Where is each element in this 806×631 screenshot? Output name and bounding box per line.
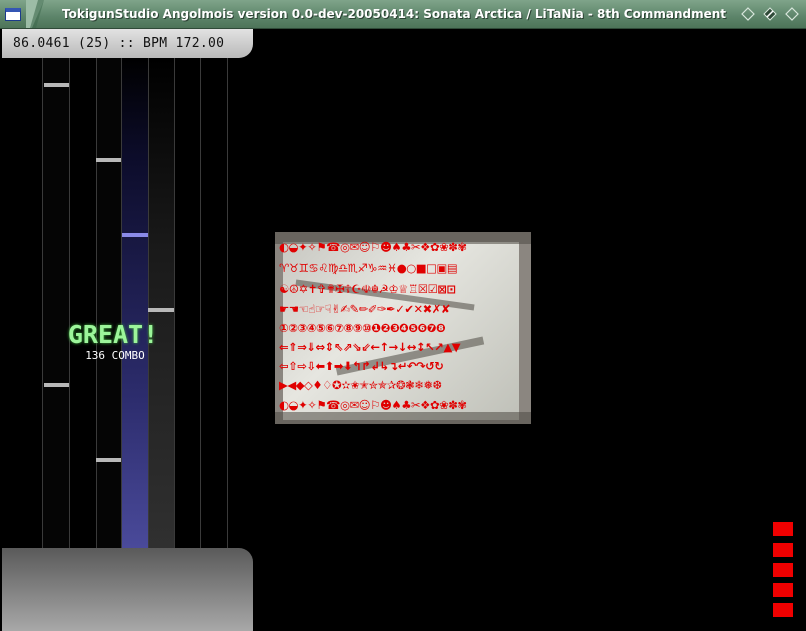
life-gauge-block <box>773 603 793 617</box>
pin-icon <box>763 7 777 21</box>
life-gauge-block <box>773 522 793 536</box>
bga-symbol-row: ◐◒✦✧⚑☎◎✉☺⚐☻♠♣✂❖✿❀✽✾ <box>279 398 467 412</box>
lane-5 <box>148 58 174 548</box>
note <box>96 458 121 462</box>
window-title: TokigunStudio Angolmois version 0.0-dev-… <box>62 7 727 21</box>
lane-divider <box>148 58 149 548</box>
lane-divider <box>69 58 70 548</box>
lane-3 <box>96 58 121 548</box>
life-gauge-block <box>773 563 793 577</box>
title-bar: TokigunStudio Angolmois version 0.0-dev-… <box>0 0 806 29</box>
playfield <box>2 58 228 548</box>
note <box>122 233 148 237</box>
lane-1 <box>42 58 69 548</box>
window-icon[interactable] <box>5 8 21 21</box>
bottom-panel <box>2 548 253 631</box>
bga-symbol-row: ▶◀◆◇♦♢✪✫✬✭✮✯✰❂❃❄❅❆ <box>279 378 442 392</box>
life-gauge-block <box>773 543 793 557</box>
bga-symbol-row: ♈♉♊♋♌♍♎♏♐♑♒♓●○■□▣▤ <box>279 261 458 275</box>
note <box>96 158 121 162</box>
lane-divider <box>200 58 201 548</box>
bga-symbol-row: ⇐⇑⇒⇓⇔⇕⇖⇗⇘⇙←↑→↓↔↕↖↗▲▼ <box>279 340 461 354</box>
lane-divider <box>96 58 97 548</box>
close-button[interactable] <box>782 4 802 24</box>
window-controls <box>738 4 802 24</box>
lane-divider <box>227 58 228 548</box>
bga-symbol-row: ☛☚☜☝☞☟✌✍✎✏✐✑✒✓✔✕✖✗✘ <box>279 302 451 316</box>
judgement-text: GREAT! <box>67 320 159 349</box>
lane-active <box>121 58 148 548</box>
minimize-button[interactable] <box>738 4 758 24</box>
lane-divider <box>121 58 122 548</box>
bga-symbol-row: ☯☮✡✝✞✟✠☦☪☫☬☭♔♕♖☒☑⊠⊡ <box>279 282 456 296</box>
lane-6 <box>174 58 200 548</box>
hud-status: 86.0461 (25) :: BPM 172.00 <box>13 36 225 51</box>
lane-7 <box>200 58 228 548</box>
hud-panel: 86.0461 (25) :: BPM 172.00 <box>2 29 253 58</box>
diamond-icon <box>741 7 755 21</box>
life-gauge-block <box>773 583 793 597</box>
maximize-button[interactable] <box>760 4 780 24</box>
bga-symbol-row: ①②③④⑤⑥⑦⑧⑨⑩❶❷❸❹❺❻❼❽ <box>279 321 446 335</box>
lane-divider <box>42 58 43 548</box>
title-tab-decoration <box>26 0 44 28</box>
bga-image: ◐◒✦✧⚑☎◎✉☺⚐☻♠♣✂❖✿❀✽✾ ♈♉♊♋♌♍♎♏♐♑♒♓●○■□▣▤ ☯… <box>275 232 531 424</box>
note <box>148 308 174 312</box>
close-diamond-icon <box>785 7 799 21</box>
combo-counter: 136 COMBO <box>85 349 145 362</box>
bga-symbol-row: ◐◒✦✧⚑☎◎✉☺⚐☻♠♣✂❖✿❀✽✾ <box>279 240 467 254</box>
bga-symbol-row: ⇦⇧⇨⇩⬅⬆➡⬇↰↱↲↳↴↵↶↷↺↻ <box>279 359 444 373</box>
note <box>44 83 69 87</box>
lane-divider <box>174 58 175 548</box>
bga-shadow <box>275 412 531 424</box>
note <box>44 383 69 387</box>
lane-2 <box>69 58 96 548</box>
